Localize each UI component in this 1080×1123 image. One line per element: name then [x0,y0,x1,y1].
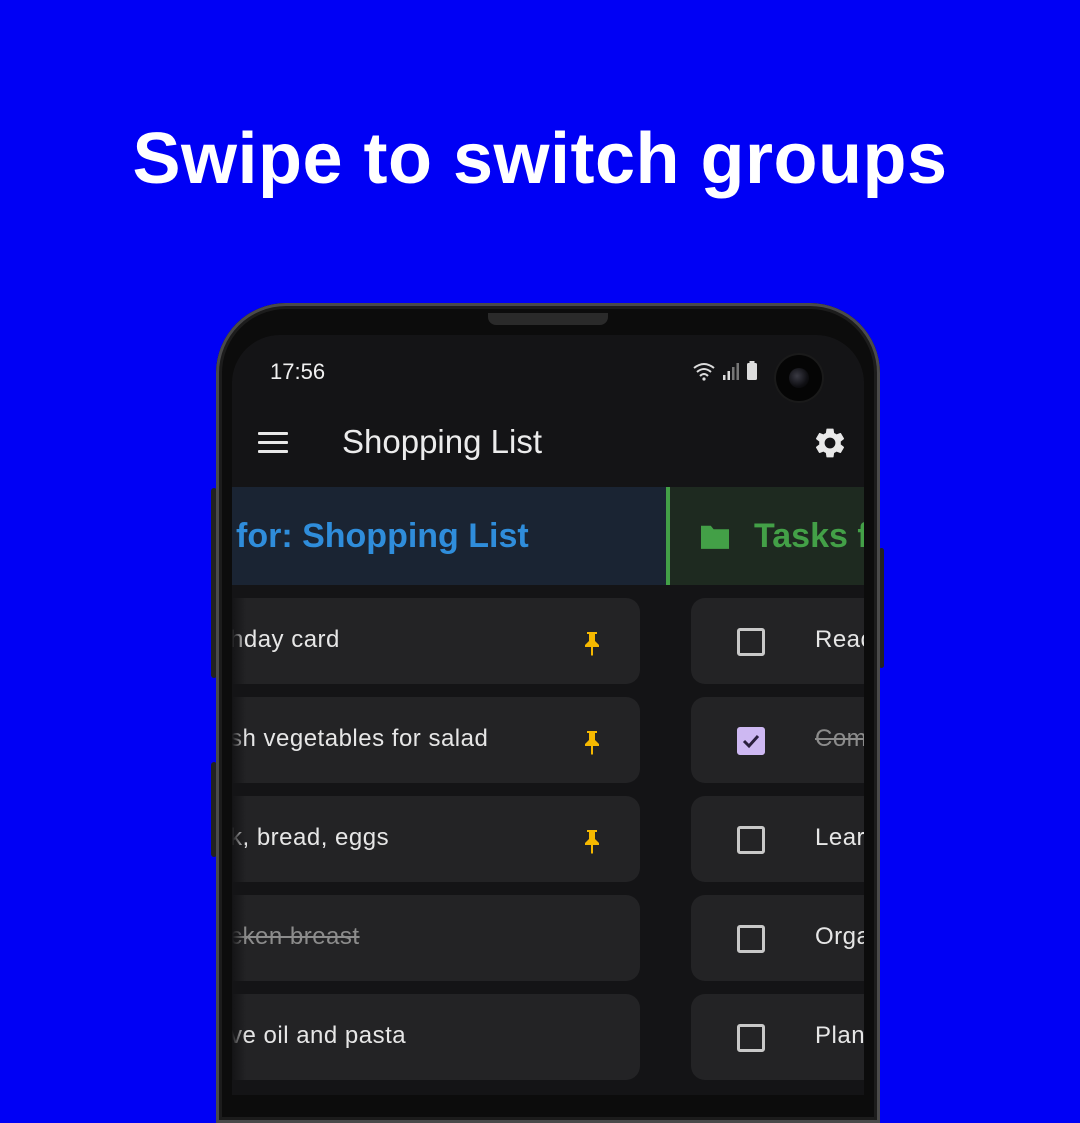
task-item-text: Lear [815,824,864,851]
checkbox-icon[interactable] [737,1024,765,1052]
list-item-text: hday card [232,626,340,653]
checkbox-icon[interactable] [737,727,765,755]
group-header-shopping[interactable]: for: Shopping List [232,487,666,585]
group-label-current: for: Shopping List [236,517,529,555]
list-item-text: ve oil and pasta [232,1022,407,1049]
task-item[interactable]: Plan [691,994,864,1080]
list-item[interactable]: hday card [232,598,640,684]
gear-icon[interactable] [812,425,848,461]
front-camera [776,355,822,401]
list-item[interactable]: ve oil and pasta [232,994,640,1080]
signal-icon [723,363,739,380]
task-item-text: Orga [815,923,864,950]
phone-speaker [488,313,608,325]
list-item-text: cken breast [232,923,360,950]
task-item[interactable]: Reac [691,598,864,684]
app-title: Shopping List [342,423,542,460]
list-item[interactable]: k, bread, eggs [232,796,640,882]
folder-icon [701,525,729,549]
status-icons [692,361,758,381]
task-item-text: Reac [815,626,864,653]
checkbox-icon[interactable] [737,628,765,656]
task-item-text: Plan [815,1022,864,1049]
wifi-icon [693,363,715,381]
phone-screen: 17:56 Shopping List for: Shopping List T… [232,335,864,1095]
list-item-text: sh vegetables for salad [232,725,489,752]
battery-icon [747,361,757,380]
task-item[interactable]: Orga [691,895,864,981]
headline: Swipe to switch groups [132,119,948,199]
list-item[interactable]: sh vegetables for salad [232,697,640,783]
group-label-next: Tasks f [754,517,864,555]
checkbox-icon[interactable] [737,826,765,854]
task-item[interactable]: Lear [691,796,864,882]
pin-icon[interactable] [582,729,602,755]
task-item-text: Com [815,725,864,752]
list-item-text: k, bread, eggs [232,824,390,851]
task-item[interactable]: Com [691,697,864,783]
status-time: 17:56 [270,359,326,384]
list-item[interactable]: cken breast [232,895,640,981]
edge-fade [232,585,246,1095]
pin-icon[interactable] [582,828,602,854]
pin-icon[interactable] [582,630,602,656]
menu-icon[interactable] [258,432,288,454]
group-header-tasks[interactable]: Tasks f [670,487,864,585]
checkbox-icon[interactable] [737,925,765,953]
